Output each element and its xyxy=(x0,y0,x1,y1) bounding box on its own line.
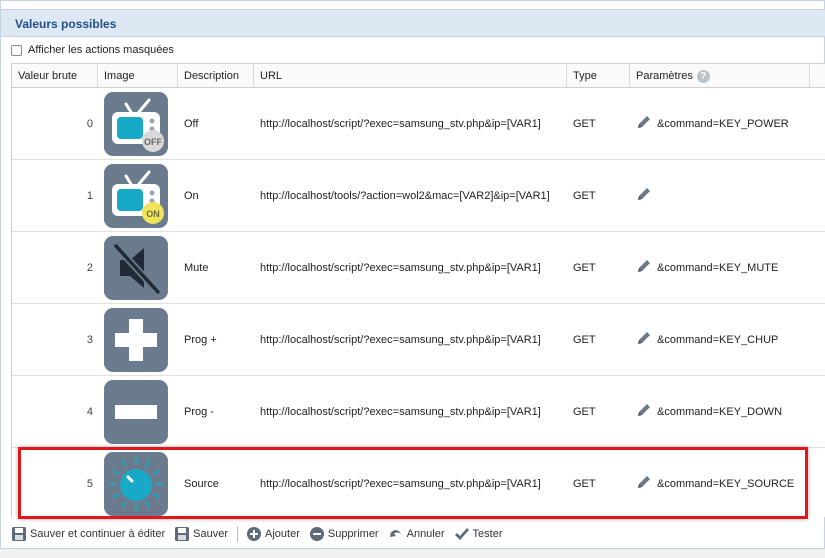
minus-icon[interactable] xyxy=(104,379,168,444)
row-url: http://localhost/script/?exec=samsung_st… xyxy=(260,477,541,490)
mute-icon[interactable] xyxy=(104,235,168,300)
help-icon[interactable]: ? xyxy=(696,69,710,83)
row-type: GET xyxy=(573,189,596,202)
cancel-label: Annuler xyxy=(406,528,445,540)
raw-value: 0 xyxy=(86,117,93,130)
row-description: Mute xyxy=(184,261,209,274)
table-header: Valeur brute Image Description URL Type … xyxy=(12,63,825,88)
row-params-text: &command=KEY_CHUP xyxy=(657,333,779,346)
test-button[interactable]: Tester xyxy=(454,526,503,542)
plus-icon[interactable] xyxy=(104,307,168,372)
column-header-description[interactable]: Description xyxy=(178,64,254,88)
table-row[interactable]: 5 Source http://localhost/script/?exec=s… xyxy=(12,448,825,517)
row-params: &command=KEY_POWER xyxy=(636,88,825,159)
row-image-cell: OFF xyxy=(103,88,169,159)
panel-title-bar: Valeurs possibles xyxy=(1,9,825,37)
row-params-text: &command=KEY_SOURCE xyxy=(657,477,795,490)
column-header-params[interactable]: Paramètres? xyxy=(630,64,810,88)
tv-off-icon[interactable]: OFF xyxy=(104,91,168,156)
edit-pencil-icon[interactable] xyxy=(636,330,652,349)
test-label: Tester xyxy=(472,528,503,540)
possible-values-panel: Valeurs possibles Afficher les actions m… xyxy=(0,0,825,549)
row-type: GET xyxy=(573,117,596,130)
table-row[interactable]: 4 Prog - http://localhost/script/?exec=s… xyxy=(12,376,825,448)
row-description: Source xyxy=(184,477,219,490)
row-description: Prog - xyxy=(184,405,214,418)
table-row[interactable]: 0 OFF Off http://localhost/script/?exec=… xyxy=(12,88,825,160)
tv-on-icon[interactable]: ON xyxy=(104,163,168,228)
undo-icon xyxy=(389,530,401,537)
row-url: http://localhost/script/?exec=samsung_st… xyxy=(260,405,541,418)
raw-value: 3 xyxy=(86,333,93,346)
show-hidden-actions-label[interactable]: Afficher les actions masquées xyxy=(28,44,174,56)
svg-text:ON: ON xyxy=(146,209,160,219)
row-params-text: &command=KEY_MUTE xyxy=(657,261,779,274)
values-table: Valeur brute Image Description URL Type … xyxy=(11,63,825,517)
floppy-icon xyxy=(12,527,26,541)
row-image-cell xyxy=(103,232,169,303)
row-url: http://localhost/script/?exec=samsung_st… xyxy=(260,333,541,346)
row-params: &command=KEY_DOWN xyxy=(636,376,825,447)
row-params: &command=KEY_MUTE xyxy=(636,232,825,303)
row-type: GET xyxy=(573,333,596,346)
column-header-value[interactable]: Valeur brute xyxy=(12,64,98,88)
row-params-text: &command=KEY_POWER xyxy=(657,117,789,130)
column-header-params-label: Paramètres xyxy=(636,70,693,82)
panel-title: Valeurs possibles xyxy=(15,17,117,31)
floppy-icon xyxy=(175,527,190,541)
delete-label: Supprimer xyxy=(327,528,379,540)
row-type: GET xyxy=(573,261,596,274)
raw-value: 5 xyxy=(86,477,93,490)
row-image-cell: ON xyxy=(103,160,169,231)
save-button[interactable]: Sauver xyxy=(174,526,228,542)
edit-pencil-icon[interactable] xyxy=(636,258,652,277)
row-params-text: &command=KEY_DOWN xyxy=(657,405,783,418)
row-url: http://localhost/script/?exec=samsung_st… xyxy=(260,261,541,274)
save-continue-label: Sauver et continuer à éditer xyxy=(30,528,166,540)
row-description: On xyxy=(184,189,199,202)
raw-value: 4 xyxy=(86,405,93,418)
save-continue-button[interactable]: Sauver et continuer à éditer xyxy=(11,526,165,542)
toolbar-separator xyxy=(237,526,238,542)
checkmark-icon xyxy=(454,528,469,540)
edit-pencil-icon[interactable] xyxy=(636,186,652,205)
row-params: &command=KEY_CHUP xyxy=(636,304,825,375)
table-row[interactable]: 1 ON On http://localhost/tools/?action=w… xyxy=(12,160,825,232)
column-header-image[interactable]: Image xyxy=(98,64,178,88)
column-header-url[interactable]: URL xyxy=(254,64,567,88)
row-image-cell xyxy=(103,304,169,375)
row-type: GET xyxy=(573,405,596,418)
column-header-type[interactable]: Type xyxy=(567,64,630,88)
edit-pencil-icon[interactable] xyxy=(636,474,652,493)
delete-button[interactable]: Supprimer xyxy=(309,526,379,542)
cancel-button[interactable]: Annuler xyxy=(388,526,445,542)
raw-value: 1 xyxy=(86,189,93,202)
bottom-toolbar: Sauver et continuer à éditer Sauver Ajou… xyxy=(11,522,825,546)
add-circle-icon xyxy=(247,527,261,541)
remove-circle-icon xyxy=(309,527,324,541)
row-description: Prog + xyxy=(184,333,217,346)
show-hidden-actions-checkbox[interactable] xyxy=(11,44,22,56)
row-type: GET xyxy=(573,477,596,490)
show-hidden-actions[interactable]: Afficher les actions masquées xyxy=(11,41,174,59)
row-params xyxy=(636,160,825,231)
save-label: Sauver xyxy=(193,528,228,540)
add-button[interactable]: Ajouter xyxy=(246,526,300,542)
svg-text:OFF: OFF xyxy=(144,137,162,147)
edit-pencil-icon[interactable] xyxy=(636,402,652,421)
raw-value: 2 xyxy=(86,261,93,274)
row-url: http://localhost/tools/?action=wol2&mac=… xyxy=(260,189,550,202)
row-description: Off xyxy=(184,117,199,130)
row-url: http://localhost/script/?exec=samsung_st… xyxy=(260,117,541,130)
add-label: Ajouter xyxy=(265,528,300,540)
row-image-cell xyxy=(103,448,169,517)
source-knob-icon[interactable] xyxy=(104,451,168,516)
row-image-cell xyxy=(103,376,169,447)
row-params: &command=KEY_SOURCE xyxy=(636,448,825,517)
edit-pencil-icon[interactable] xyxy=(636,114,652,133)
table-row[interactable]: 2 Mute http://localhost/script/?exec=sam… xyxy=(12,232,825,304)
table-row[interactable]: 3 Prog + http://localhost/script/?exec=s… xyxy=(12,304,825,376)
